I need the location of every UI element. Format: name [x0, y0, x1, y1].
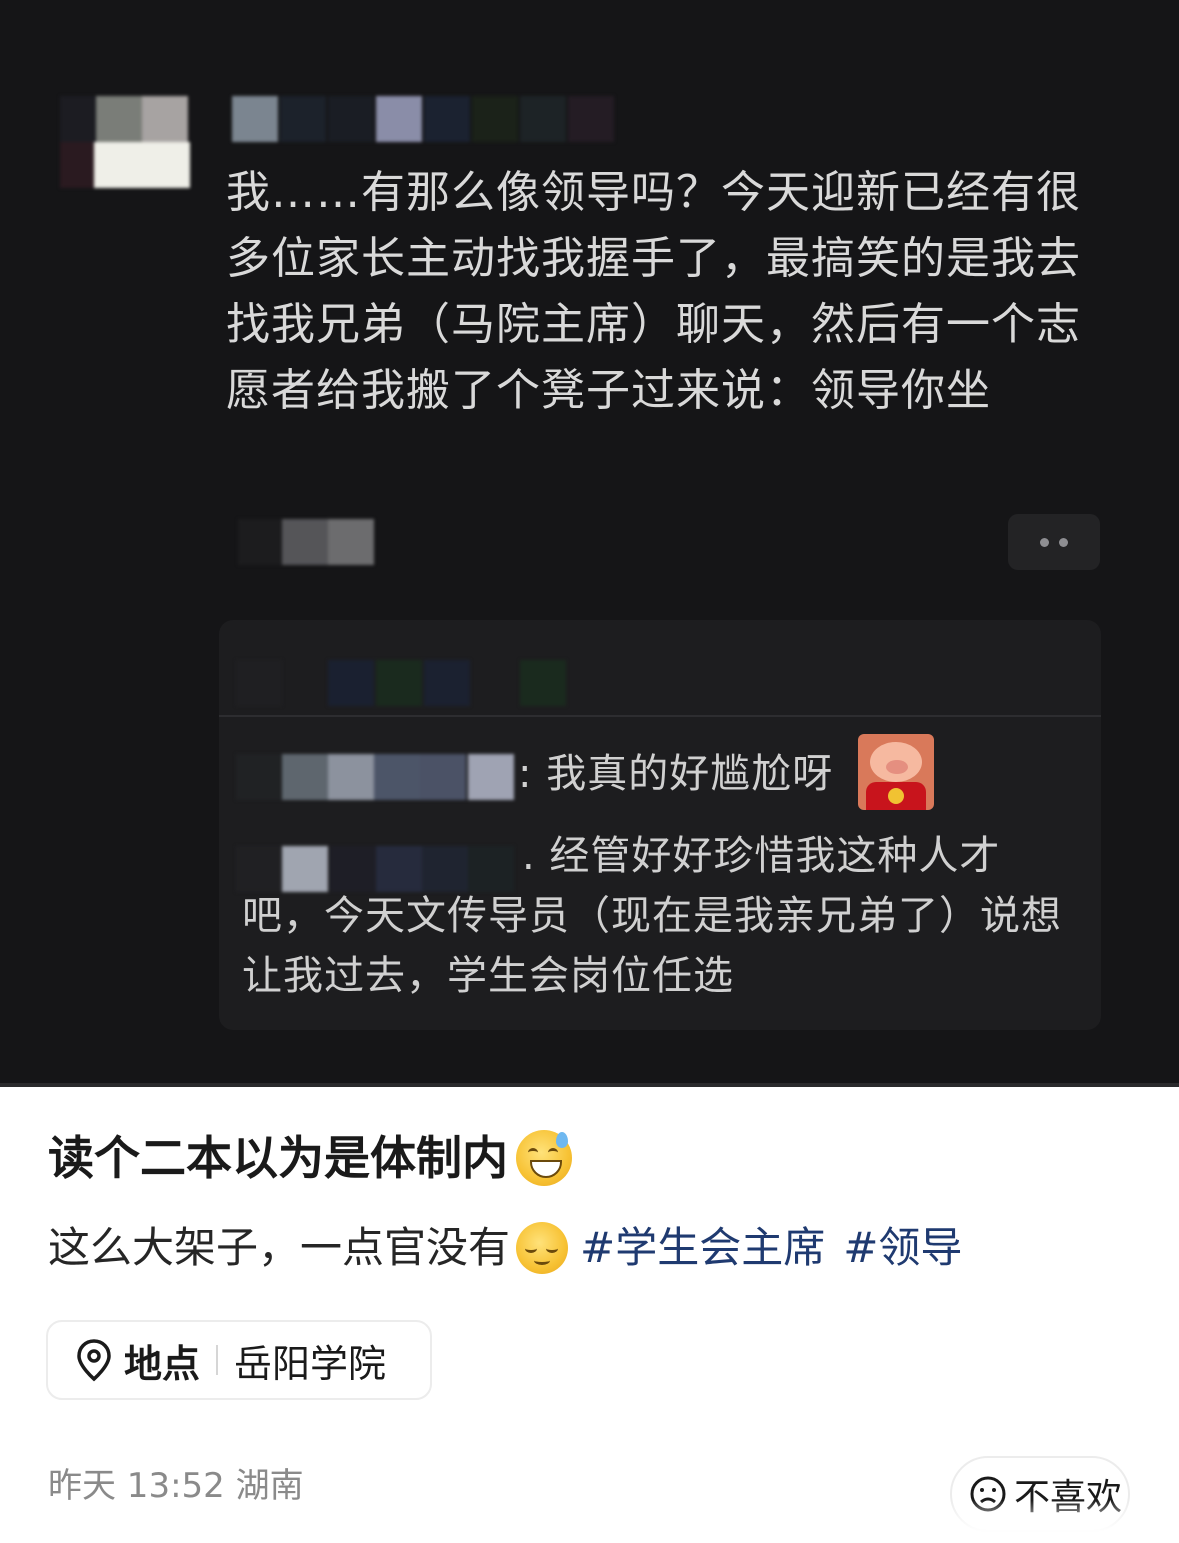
post-description: 这么大架子，一点官没有 #学生会主席 #领导 — [48, 1218, 962, 1278]
blurred-avatar — [60, 96, 190, 192]
blurred-username — [232, 96, 632, 142]
sweat-smile-emoji-icon — [516, 1130, 572, 1186]
comment-2-text: . 经管好好珍惜我这种人才吧，今天文传导员（现在是我亲兄弟了）说想让我过去，学生… — [242, 833, 1062, 999]
comment-1-text: : 我真的好尴尬呀 — [518, 751, 834, 797]
embedded-screenshot: 我……有那么像领导吗？今天迎新已经有很多位家长主动找我握手了，最搞笑的是我去找我… — [0, 0, 1179, 1086]
screenshot-post-text: 我……有那么像领导吗？今天迎新已经有很多位家长主动找我握手了，最搞笑的是我去找我… — [226, 167, 1081, 416]
post-title: 读个二本以为是体制内 — [48, 1126, 572, 1190]
comment-divider — [219, 715, 1101, 717]
map-pin-icon — [77, 1339, 111, 1382]
pig-sticker-icon — [858, 734, 934, 810]
hashtag-student-union-chair[interactable]: #学生会主席 — [580, 1218, 825, 1278]
relieved-face-emoji-icon — [516, 1222, 569, 1274]
post-description-text: 这么大架子，一点官没有 — [48, 1223, 511, 1272]
location-label: 地点 — [124, 1341, 201, 1386]
blurred-comment-header — [236, 660, 636, 706]
more-dots-icon — [1008, 514, 1100, 570]
hashtag-leader[interactable]: #领导 — [843, 1218, 962, 1278]
post-title-text: 读个二本以为是体制内 — [48, 1131, 508, 1185]
blurred-post-meta — [238, 519, 378, 565]
location-value: 岳阳学院 — [234, 1341, 387, 1386]
blurred-commenter-names — [236, 754, 516, 800]
location-separator — [216, 1345, 219, 1375]
bottom-fade — [0, 1500, 1179, 1543]
location-chip[interactable]: 地点 岳阳学院 — [46, 1320, 432, 1400]
screenshot-border — [0, 1083, 1179, 1087]
